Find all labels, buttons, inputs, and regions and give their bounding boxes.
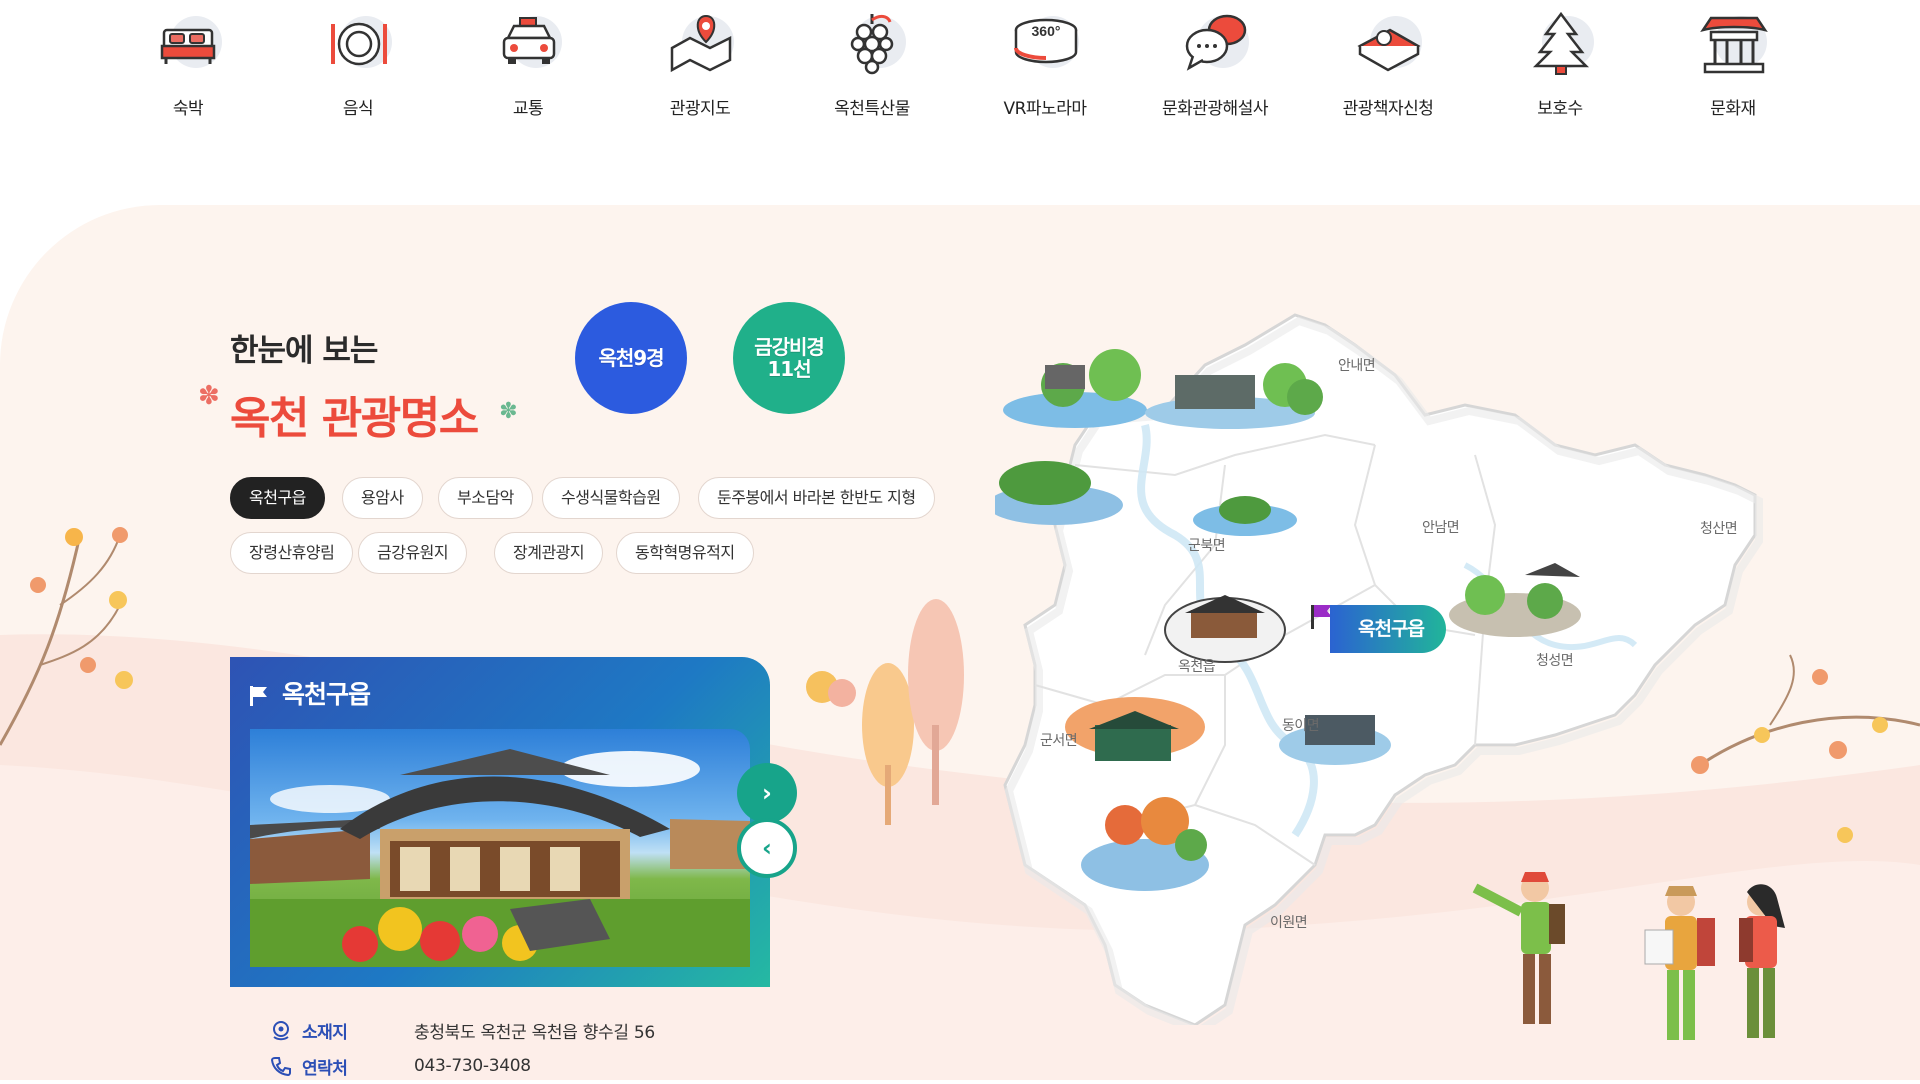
section-subtitle: 한눈에 보는 (230, 333, 378, 369)
dining-icon (316, 6, 400, 86)
geumgang-11-scenes-button[interactable]: 금강비경 11선 (733, 302, 845, 414)
quick-menu-label: 문화재 (1710, 99, 1756, 119)
card-title-banner: 옥천구읍 (230, 657, 404, 729)
tree-icon (1518, 6, 1602, 86)
book-icon (1346, 6, 1430, 86)
phone-label: 연락처 (302, 1058, 348, 1079)
location-icon (270, 1019, 292, 1041)
vr-360-icon: 360° (1003, 6, 1087, 86)
quick-menu-vr[interactable]: 360° VR파노라마 (985, 6, 1105, 119)
quick-menu-label: 숙박 (172, 99, 204, 119)
map-label-cheongseong: 청성면 (1536, 653, 1574, 669)
flower-icon: ✽ (198, 381, 220, 411)
quick-menu-tour-map[interactable]: 관광지도 (640, 6, 760, 119)
title-okcheon: 옥천 (230, 393, 309, 444)
quick-menu-heritage[interactable]: 문화재 (1673, 6, 1793, 119)
quick-menu-label: 관광지도 (669, 99, 731, 119)
address-row: 소재지 충청북도 옥천군 옥천읍 향수길 56 (270, 1012, 655, 1048)
phone-icon (270, 1055, 292, 1077)
card-title: 옥천구읍 (282, 680, 371, 709)
next-slide-button[interactable]: › (737, 763, 797, 823)
quick-menu-transport[interactable]: 교통 (468, 6, 588, 119)
map-label-okcheon-eup: 옥천읍 (1178, 659, 1216, 675)
tag-janggye[interactable]: 장계관광지 (494, 532, 604, 574)
quick-menu-guide[interactable]: 문화관광해설사 (1155, 6, 1275, 119)
quick-menu-brochure[interactable]: 관광책자신청 (1328, 6, 1448, 119)
quick-menu-label: VR파노라마 (1003, 99, 1087, 119)
title-attractions: 관광명소 (321, 393, 479, 444)
quick-menu-protected-tree[interactable]: 보호수 (1500, 6, 1620, 119)
grape-icon (830, 6, 914, 86)
tag-yongamsa[interactable]: 용암사 (342, 477, 423, 519)
tag-dunjubong[interactable]: 둔주봉에서 바라본 한반도 지형 (698, 477, 935, 519)
quick-menu: 숙박 음식 교통 관광지도 옥천특산물 360° VR파노라마 문화관광해설사 (0, 0, 1920, 130)
map-label-annae: 안내면 (1338, 358, 1376, 374)
badge-label: 금강비경 11선 (754, 335, 825, 381)
map-label-iwon: 이원면 (1270, 915, 1308, 931)
map-label-gunseo: 군서면 (1040, 733, 1078, 749)
quick-menu-lodging[interactable]: 숙박 (128, 6, 248, 119)
section-heading: 한눈에 보는 옥천 관광명소 ✽ ✽ (198, 325, 518, 446)
svg-text:360°: 360° (1032, 23, 1061, 39)
phone-value: 043-730-3408 (414, 1056, 531, 1076)
quick-menu-label: 교통 (512, 99, 544, 119)
quick-menu-label: 음식 (342, 99, 374, 119)
taxi-icon (486, 6, 570, 86)
okcheon-9-scenes-button[interactable]: 옥천9경 (575, 302, 687, 414)
address-label: 소재지 (302, 1022, 348, 1043)
tag-okcheon-gueup[interactable]: 옥천구읍 (230, 477, 325, 519)
map-highlight-okcheon-gueup[interactable]: 옥천구읍 (1330, 605, 1446, 653)
quick-menu-label: 옥천특산물 (834, 99, 910, 119)
flag-icon (250, 683, 268, 706)
prev-slide-button[interactable]: ‹ (737, 818, 797, 878)
tag-geumgang-resort[interactable]: 금강유원지 (358, 532, 468, 574)
tag-jangryeongsan[interactable]: 장령산휴양림 (230, 532, 354, 574)
attraction-info: 소재지 충청북도 옥천군 옥천읍 향수길 56 연락처 043-730-3408 (270, 1012, 655, 1084)
badge-line-1: 금강비경 (754, 335, 825, 359)
map-label-cheongsan: 청산면 (1700, 521, 1738, 537)
phone-row: 연락처 043-730-3408 (270, 1048, 655, 1084)
tag-donghak[interactable]: 동학혁명유적지 (616, 532, 754, 574)
address-value: 충청북도 옥천군 옥천읍 향수길 56 (414, 1022, 655, 1043)
badge-line-2: 11선 (767, 357, 811, 381)
map-label-annam: 안남면 (1422, 520, 1460, 536)
featured-attraction-card[interactable]: 옥천구읍 (230, 657, 770, 987)
quick-menu-specialty[interactable]: 옥천특산물 (812, 6, 932, 119)
flower-icon: ✽ (499, 399, 518, 424)
badge-label: 옥천9경 (598, 346, 664, 370)
pavilion-icon (1691, 6, 1775, 86)
map-pin-icon (658, 6, 742, 86)
tag-aquatic-plants[interactable]: 수생식물학습원 (542, 477, 680, 519)
map-label-dongi: 동이면 (1282, 718, 1320, 734)
attraction-photo (250, 729, 750, 967)
tag-busodamak[interactable]: 부소담악 (438, 477, 533, 519)
chat-bubbles-icon (1173, 6, 1257, 86)
quick-menu-label: 문화관광해설사 (1162, 99, 1268, 119)
quick-menu-label: 관광책자신청 (1342, 99, 1434, 119)
quick-menu-label: 보호수 (1537, 99, 1583, 119)
map-label-gunbuk: 군북면 (1188, 538, 1226, 554)
quick-menu-food[interactable]: 음식 (298, 6, 418, 119)
scene-gunbuk (1003, 349, 1147, 428)
bed-icon (146, 6, 230, 86)
hikers-illustration (1472, 872, 1785, 1040)
section-title: 옥천 관광명소 (230, 382, 479, 446)
